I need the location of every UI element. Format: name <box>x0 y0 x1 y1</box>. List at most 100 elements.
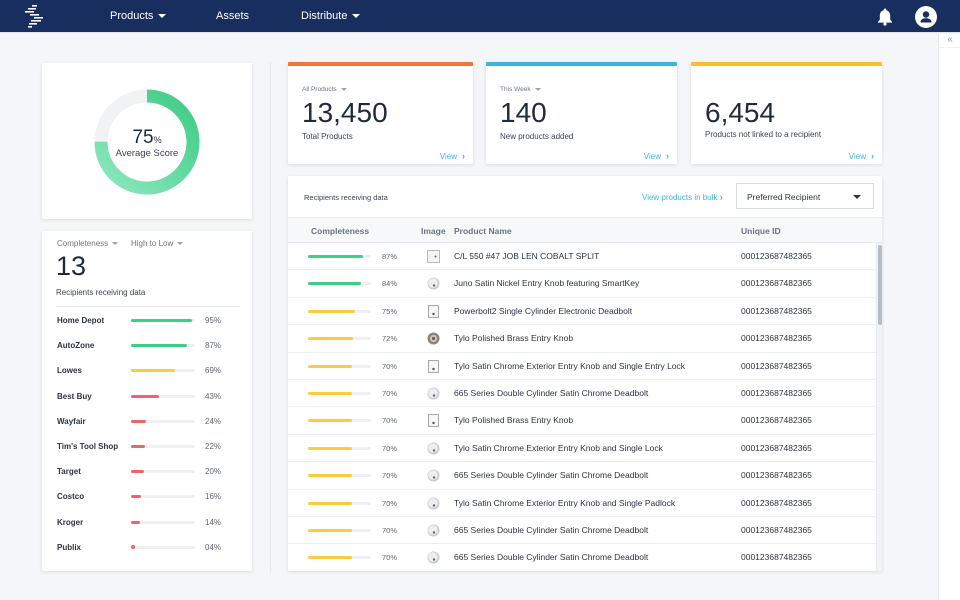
product-name[interactable]: Tylo Satin Chrome Exterior Entry Knob an… <box>454 361 685 371</box>
completeness-percent: 70% <box>382 416 398 426</box>
recipient-name: Best Buy <box>57 391 92 401</box>
product-thumbnail-icon[interactable] <box>427 497 440 510</box>
product-thumbnail-icon[interactable] <box>427 277 440 290</box>
all-products-filter-dropdown[interactable]: All Products <box>302 86 347 93</box>
unique-id: 000123687482365 <box>741 470 812 481</box>
table-row[interactable]: 70% Tylo Satin Chrome Exterior Entry Knob… <box>288 435 876 463</box>
view-unlinked-products-link[interactable]: View › <box>849 151 874 161</box>
recipient-percent: 69% <box>205 366 222 376</box>
product-name[interactable]: Tylo Polished Brass Entry Knob <box>454 415 573 425</box>
table-row[interactable]: 70% Tylo Satin Chrome Exterior Entry Knob… <box>288 353 876 380</box>
recipient-row[interactable]: AutoZone 87% <box>57 339 237 353</box>
column-header-image[interactable]: Image <box>421 226 446 236</box>
new-products-label: New products added <box>500 132 574 141</box>
scrollbar-thumb[interactable] <box>878 245 882 325</box>
sort-order-dropdown[interactable]: High to Low <box>131 239 184 248</box>
table-row[interactable]: 70% 665 Series Double Cylinder Satin Chro… <box>288 462 876 490</box>
recipient-row[interactable]: Best Buy 43% <box>57 390 237 404</box>
completeness-progress-track <box>308 282 371 286</box>
unlinked-products-value: 6,454 <box>705 97 776 128</box>
recipient-name: Home Depot <box>57 316 105 325</box>
product-thumbnail-icon[interactable] <box>427 442 440 455</box>
this-week-filter-dropdown[interactable]: This Week <box>500 86 541 93</box>
product-thumbnail-icon[interactable] <box>427 304 440 318</box>
nav-products[interactable]: Products <box>110 10 167 22</box>
recipient-row[interactable]: Home Depot 95% <box>57 314 237 328</box>
recipients-summary-card: Completeness High to Low 13 Recipients r… <box>42 231 252 571</box>
completeness-progress-track <box>308 446 371 450</box>
product-name[interactable]: Powerbolt2 Single Cylinder Electronic De… <box>454 306 632 316</box>
table-header: Completeness Image Product Name Unique I… <box>288 217 882 243</box>
recipient-row[interactable]: Tim's Tool Shop 22% <box>57 440 237 454</box>
nav-products-label: Products <box>110 10 154 22</box>
product-name[interactable]: 665 Series Double Cylinder Satin Chrome … <box>454 470 648 480</box>
recipient-progress-track <box>131 495 195 499</box>
user-avatar-icon[interactable] <box>915 6 937 28</box>
brand-logo-icon[interactable] <box>22 4 50 30</box>
table-row[interactable]: 84% Juno Satin Nickel Entry Knob featurin… <box>288 270 876 298</box>
product-name[interactable]: Tylo Polished Brass Entry Knob <box>454 333 573 343</box>
recipient-name: Costco <box>57 492 85 502</box>
completeness-progress-fill <box>308 282 361 286</box>
product-thumbnail-icon[interactable] <box>427 469 440 482</box>
table-row[interactable]: 70% Tylo Polished Brass Entry Knob 0001236… <box>288 407 876 435</box>
recipient-row[interactable]: Target 20% <box>57 465 237 479</box>
product-name[interactable]: 665 Series Double Cylinder Satin Chrome … <box>454 388 648 398</box>
recipient-row[interactable]: Publix 04% <box>57 541 237 555</box>
view-new-products-link[interactable]: View › <box>644 151 669 161</box>
product-thumbnail-icon[interactable] <box>427 414 440 428</box>
recipient-row[interactable]: Lowes 69% <box>57 364 237 378</box>
product-name[interactable]: Tylo Satin Chrome Exterior Entry Knob an… <box>454 443 663 453</box>
column-header-product-name[interactable]: Product Name <box>454 226 512 236</box>
recipient-progress-fill <box>131 394 159 398</box>
table-row[interactable]: 70% 665 Series Double Cylinder Satin Chro… <box>288 380 876 408</box>
bell-icon[interactable] <box>876 7 894 26</box>
column-header-unique-id[interactable]: Unique ID <box>741 226 781 236</box>
product-name[interactable]: Juno Satin Nickel Entry Knob featuring S… <box>454 278 639 288</box>
recipient-row[interactable]: Costco 16% <box>57 490 237 504</box>
product-thumbnail-icon[interactable] <box>427 332 440 345</box>
completeness-progress-fill <box>308 446 353 450</box>
table-row[interactable]: 70% 665 Series Double Cylinder Satin Chro… <box>288 517 876 545</box>
product-thumbnail-icon[interactable] <box>427 524 440 537</box>
table-row[interactable]: 70% 665 Series Double Cylinder Satin Chro… <box>288 544 876 571</box>
score-number: 75 <box>132 127 154 148</box>
caret-down-icon <box>853 195 861 199</box>
completeness-progress-fill <box>308 392 353 395</box>
product-thumbnail-icon[interactable] <box>427 551 440 564</box>
table-row[interactable]: 72% Tylo Polished Brass Entry Knob 0001236… <box>288 325 876 353</box>
view-total-products-link[interactable]: View › <box>440 151 465 161</box>
recipient-row[interactable]: Wayfair 24% <box>57 415 237 429</box>
divider <box>56 306 240 307</box>
product-name[interactable]: 665 Series Double Cylinder Satin Chrome … <box>454 525 648 535</box>
unique-id: 000123687482365 <box>741 442 812 453</box>
recipient-row[interactable]: Kroger 14% <box>57 516 237 530</box>
product-name[interactable]: C/L 550 #47 JOB LEN COBALT SPLIT <box>454 251 599 261</box>
bulk-link-label: View products in bulk <box>642 193 718 202</box>
preferred-recipient-select[interactable]: Preferred Recipient <box>736 183 874 209</box>
chevron-right-icon: › <box>462 151 465 161</box>
table-row[interactable]: 75% Powerbolt2 Single Cylinder Electronic… <box>288 298 876 326</box>
new-products-value: 140 <box>500 97 547 128</box>
view-link-label: View <box>643 151 661 161</box>
product-name[interactable]: 665 Series Double Cylinder Satin Chrome … <box>454 552 648 562</box>
nav-distribute[interactable]: Distribute <box>301 10 361 22</box>
product-thumbnail-icon[interactable] <box>427 250 440 263</box>
product-thumbnail-icon[interactable] <box>427 359 440 373</box>
completeness-filter-dropdown[interactable]: Completeness <box>57 239 119 248</box>
completeness-percent: 87% <box>382 252 398 261</box>
completeness-progress-fill <box>308 501 353 505</box>
table-scrollbar[interactable] <box>876 243 882 571</box>
table-row[interactable]: 70% Tylo Satin Chrome Exterior Entry Knob… <box>288 490 876 517</box>
recipient-progress-track <box>131 445 195 448</box>
column-header-completeness[interactable]: Completeness <box>311 226 369 236</box>
product-thumbnail-icon[interactable] <box>427 387 440 400</box>
nav-assets[interactable]: Assets <box>216 10 249 22</box>
recipient-name: Kroger <box>57 517 84 527</box>
table-row[interactable]: 87% C/L 550 #47 JOB LEN COBALT SPLIT 00012… <box>288 243 876 271</box>
score-unit: % <box>153 135 162 145</box>
product-name[interactable]: Tylo Satin Chrome Exterior Entry Knob an… <box>454 498 675 508</box>
view-products-in-bulk-link[interactable]: View products in bulk › <box>642 192 723 202</box>
collapse-panel-icon[interactable]: « <box>939 34 960 48</box>
completeness-progress-track <box>308 337 371 341</box>
